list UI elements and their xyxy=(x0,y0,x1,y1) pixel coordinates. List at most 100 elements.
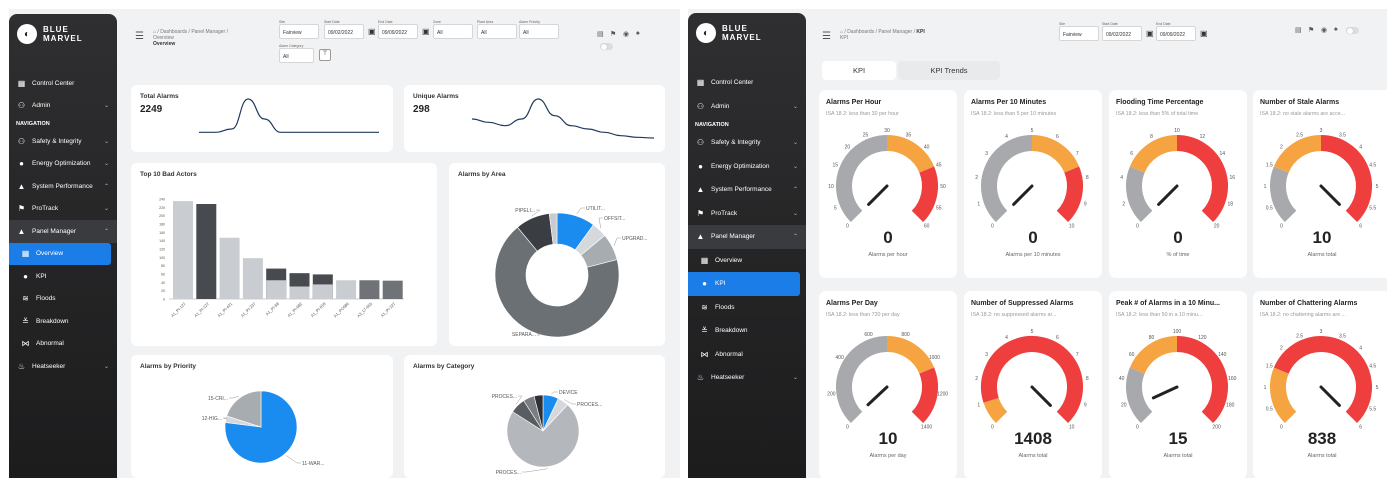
sidebar-item-sysperf[interactable]: ▲ System Performance ⌃ xyxy=(9,175,117,198)
gauge-tick-label: 80 xyxy=(1149,335,1155,341)
bar[interactable] xyxy=(359,280,380,299)
filter-field[interactable]: All xyxy=(477,24,517,39)
menu-icon[interactable]: ☰ xyxy=(822,31,831,42)
x-tick-label: A1_PI-237 xyxy=(240,301,257,318)
filter-field[interactable]: All xyxy=(519,24,559,39)
gauge-tick-label: 30 xyxy=(884,128,890,134)
bar[interactable] xyxy=(173,201,193,299)
chat-icon[interactable]: ▤ xyxy=(1295,26,1302,34)
calendar-icon[interactable]: ▣ xyxy=(1146,29,1154,38)
filter-field[interactable]: Fairview xyxy=(279,24,319,39)
sidebar-item-heatseeker[interactable]: ♨ Heatseeker ⌄ xyxy=(9,355,117,378)
bar-segment[interactable] xyxy=(289,286,310,300)
chevron-icon[interactable]: ⌄ xyxy=(793,210,798,217)
bar-segment[interactable] xyxy=(312,284,333,299)
sidebar-item-breakdown[interactable]: ≚ Breakdown xyxy=(688,319,806,343)
filter-button[interactable]: ⊤ xyxy=(319,49,331,61)
chevron-icon[interactable]: ⌃ xyxy=(104,228,109,235)
filter-field[interactable]: All xyxy=(279,48,314,63)
menu-icon[interactable]: ☰ xyxy=(135,31,144,42)
sidebar-item-admin[interactable]: ⚇ Admin ⌄ xyxy=(688,95,806,119)
brand-line2: MARVEL xyxy=(722,33,762,42)
flag-icon[interactable]: ⚑ xyxy=(610,30,616,38)
sidebar-item-heatseeker[interactable]: ♨ Heatseeker ⌄ xyxy=(688,366,806,390)
chat-icon[interactable]: ▤ xyxy=(597,30,604,38)
breadcrumb[interactable]: ⌂ / Dashboards / Panel Manager / KPI KPI xyxy=(840,29,925,41)
sidebar-item-overview[interactable]: ▦ Overview xyxy=(9,242,111,265)
bar[interactable] xyxy=(336,280,357,299)
sidebar-item-floods[interactable]: ≋ Floods xyxy=(9,288,117,311)
chevron-icon[interactable]: ⌃ xyxy=(793,186,798,193)
sidebar-item-kpi[interactable]: ● KPI xyxy=(688,272,800,296)
user-icon[interactable]: ◉ xyxy=(1321,26,1327,34)
chevron-icon[interactable]: ⌄ xyxy=(104,160,109,167)
filter-field[interactable]: 09/09/2022 xyxy=(378,24,418,39)
chevron-icon[interactable]: ⌄ xyxy=(793,374,798,381)
flag-icon[interactable]: ⚑ xyxy=(1308,26,1314,34)
user-icon[interactable]: ◉ xyxy=(623,30,629,38)
filter-field[interactable]: Fairview xyxy=(1059,26,1099,41)
sidebar-item-protrack[interactable]: ⚑ ProTrack ⌄ xyxy=(688,202,806,226)
filter-field[interactable]: 09/09/2022 xyxy=(1156,26,1196,41)
calendar-icon[interactable]: ▣ xyxy=(368,27,376,36)
sidebar-item-control[interactable]: ▦ Control Center xyxy=(9,72,117,95)
sidebar-item-floods[interactable]: ≋ Floods xyxy=(688,296,806,320)
sidebar-item-label: Admin xyxy=(711,102,730,110)
sidebar-item-abnormal[interactable]: ⋈ Abnormal xyxy=(688,343,806,367)
tab-kpi[interactable]: KPI xyxy=(822,61,896,80)
bell-icon[interactable]: ♠ xyxy=(636,30,640,37)
sidebar-item-protrack[interactable]: ⚑ ProTrack ⌄ xyxy=(9,198,117,221)
bell-icon[interactable]: ♠ xyxy=(1334,26,1338,33)
gauge-band xyxy=(1129,336,1178,374)
chevron-icon[interactable]: ⌄ xyxy=(104,363,109,370)
chevron-icon[interactable]: ⌄ xyxy=(793,163,798,170)
sidebar-item-breakdown[interactable]: ≚ Breakdown xyxy=(9,310,117,333)
calendar-icon[interactable]: ▣ xyxy=(1200,29,1208,38)
theme-toggle[interactable] xyxy=(1346,27,1359,34)
chevron-icon[interactable]: ⌄ xyxy=(793,103,798,110)
sidebar-item-overview[interactable]: ▦ Overview xyxy=(688,249,806,273)
kpi-subtitle: ISA 18.2: less than 30 per hour xyxy=(826,111,899,117)
bar[interactable] xyxy=(219,237,240,299)
chevron-icon[interactable]: ⌃ xyxy=(104,183,109,190)
bar-segment[interactable] xyxy=(266,280,287,299)
breadcrumb-path[interactable]: ⌂ / Dashboards / Panel Manager / xyxy=(840,29,915,35)
gauge-tick-label: 10 xyxy=(828,184,834,190)
kpi-subtitle: ISA 18.2: less than 5% of total time xyxy=(1116,111,1199,117)
gauge-tick-label: 3 xyxy=(1320,128,1323,134)
slice-label: PROCES... xyxy=(577,402,602,408)
sidebar-item-abnormal[interactable]: ⋈ Abnormal xyxy=(9,333,117,356)
x-tick-label: A1_PI-227 xyxy=(380,301,397,318)
tab-kpi-trends[interactable]: KPI Trends xyxy=(898,61,1000,80)
bar[interactable] xyxy=(196,204,217,299)
sidebar-item-panelmgr[interactable]: ▲ Panel Manager ⌃ xyxy=(9,220,117,243)
sidebar-item-safety[interactable]: ⚇ Safety & Integrity ⌄ xyxy=(688,131,806,155)
chevron-icon[interactable]: ⌄ xyxy=(104,102,109,109)
filter-field[interactable]: All xyxy=(433,24,473,39)
sidebar-item-energy[interactable]: ● Energy Optimization ⌄ xyxy=(9,153,117,176)
chevron-icon[interactable]: ⌃ xyxy=(793,233,798,240)
sidebar-item-label: Floods xyxy=(36,295,56,303)
bar[interactable] xyxy=(242,258,263,299)
sidebar-item-control[interactable]: ▦ Control Center xyxy=(688,71,806,95)
sidebar-item-sysperf[interactable]: ▲ System Performance ⌃ xyxy=(688,178,806,202)
filter-field[interactable]: 09/02/2022 xyxy=(1102,26,1142,41)
sidebar-item-energy[interactable]: ● Energy Optimization ⌄ xyxy=(688,155,806,179)
chevron-icon[interactable]: ⌄ xyxy=(104,138,109,145)
chevron-icon[interactable]: ⌄ xyxy=(793,139,798,146)
sidebar-item-admin[interactable]: ⚇ Admin ⌄ xyxy=(9,95,117,118)
bar[interactable] xyxy=(382,280,403,299)
sidebar-item-kpi[interactable]: ● KPI xyxy=(9,265,117,288)
kpi-unit: Alarms total xyxy=(1018,453,1048,459)
theme-toggle[interactable] xyxy=(600,43,613,50)
calendar-icon[interactable]: ▣ xyxy=(422,27,430,36)
gauge-tick-label: 20 xyxy=(845,144,851,150)
sidebar-item-safety[interactable]: ⚇ Safety & Integrity ⌄ xyxy=(9,130,117,153)
gauge-tick-label: 2 xyxy=(975,175,978,181)
sidebar-item-panelmgr[interactable]: ▲ Panel Manager ⌃ xyxy=(688,225,806,249)
chevron-icon[interactable]: ⌄ xyxy=(104,205,109,212)
gauge-tick-label: 7 xyxy=(1076,352,1079,358)
gauge-tick-label: 120 xyxy=(1198,335,1207,341)
breadcrumb[interactable]: ⌂ / Dashboards / Panel Manager / Overvie… xyxy=(153,29,228,47)
filter-field[interactable]: 09/02/2022 xyxy=(324,24,364,39)
